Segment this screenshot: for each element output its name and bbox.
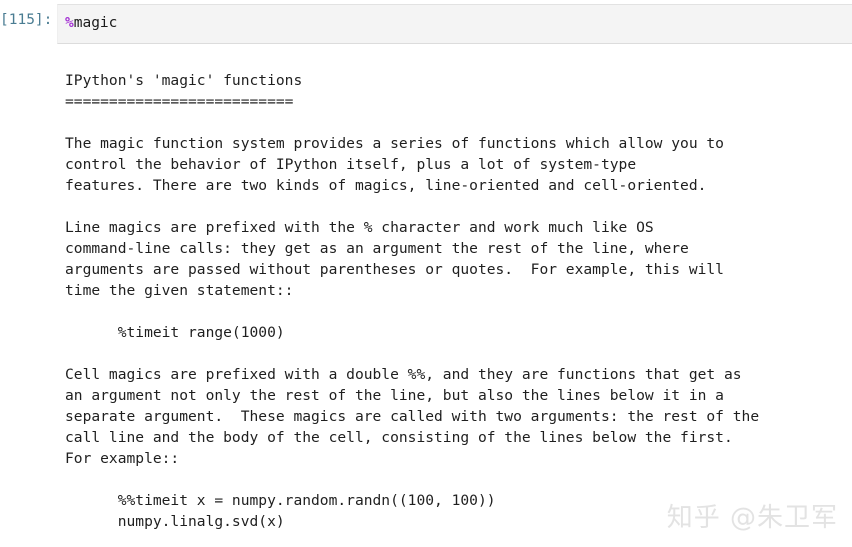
output-line: command-line calls: they get as an argum…	[65, 240, 689, 257]
output-line: IPython's 'magic' functions	[65, 72, 303, 89]
output-line: %timeit range(1000)	[65, 324, 285, 341]
output-line: Line magics are prefixed with the % char…	[65, 219, 654, 236]
output-line: time the given statement::	[65, 282, 294, 299]
magic-name-token: magic	[73, 15, 118, 31]
output-line: Cell magics are prefixed with a double %…	[65, 366, 742, 383]
output-line: features. There are two kinds of magics,…	[65, 177, 707, 194]
code-line: %magic	[65, 14, 852, 32]
output-line: ==========================	[65, 93, 294, 110]
output-line: control the behavior of IPython itself, …	[65, 156, 637, 173]
output-line: an argument not only the rest of the lin…	[65, 387, 724, 404]
magic-percent-token: %	[65, 15, 74, 31]
output-line: call line and the body of the cell, cons…	[65, 429, 733, 446]
input-prompt-label: [115]:	[0, 12, 53, 28]
output-line: arguments are passed without parentheses…	[65, 261, 724, 278]
output-line: For example::	[65, 450, 180, 467]
cell-output-text: IPython's 'magic' functions =============…	[65, 70, 845, 532]
notebook-input-cell[interactable]: [115]: %magic	[0, 0, 852, 48]
code-editor-area[interactable]: %magic	[57, 4, 852, 44]
output-line: separate argument. These magics are call…	[65, 408, 760, 425]
watermark-text: 知乎 @朱卫军	[666, 503, 838, 533]
output-line: The magic function system provides a ser…	[65, 135, 724, 152]
